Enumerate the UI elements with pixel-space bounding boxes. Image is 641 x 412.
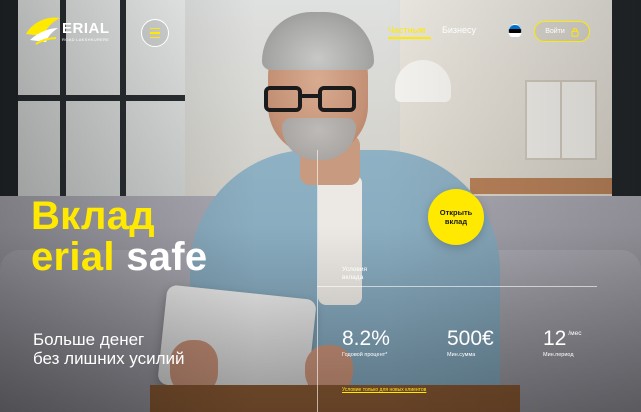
- stat-min-amount-caption: Мин.сумма: [447, 352, 476, 358]
- stat-rate-value: 8.2%: [342, 327, 390, 350]
- nav-tab-private[interactable]: Частным: [388, 25, 425, 35]
- nav-tab-active-indicator: [388, 37, 431, 39]
- divider-horizontal: [317, 286, 597, 287]
- hero-title-accent: erial: [31, 235, 115, 279]
- hero-subtitle-line1: Больше денег: [33, 330, 145, 349]
- open-deposit-button[interactable]: Открыть вклад: [428, 189, 484, 245]
- menu-icon-bar: [150, 27, 160, 30]
- conditions-footnote-link[interactable]: Условие только для новых клиентов: [342, 387, 426, 393]
- hero-title: Вклад erial safe: [31, 196, 207, 278]
- stat-rate-caption: Годовой процент*: [342, 352, 388, 358]
- menu-icon-bar: [150, 36, 160, 39]
- hero-subtitle: Больше денег без лишних усилий: [33, 330, 185, 368]
- nav-tab-business[interactable]: Бизнесу: [442, 25, 476, 35]
- login-button[interactable]: Войти: [534, 21, 590, 42]
- hero-section: ERIAL ROAD LAKSHKURERE Частным Бизнесу В…: [0, 0, 641, 412]
- hero-title-rest: safe: [126, 235, 208, 279]
- hero-title-line1: Вклад: [31, 194, 155, 238]
- stat-min-period-suffix: /мес: [568, 330, 582, 337]
- menu-button[interactable]: [141, 19, 169, 47]
- stat-min-period-caption: Мин.период: [543, 352, 574, 358]
- menu-icon-bar: [150, 32, 160, 34]
- conditions-label: Условия вклада: [342, 266, 382, 282]
- cta-label-line1: Открыть: [439, 208, 473, 217]
- conditions-label-line1: Условия: [342, 266, 368, 273]
- lock-icon: [571, 27, 579, 37]
- brand-name: ERIAL: [62, 20, 110, 37]
- cta-label-line2: вклад: [444, 217, 468, 226]
- brand-tagline: ROAD LAKSHKURERE: [62, 37, 110, 42]
- hero-subtitle-line2: без лишних усилий: [33, 349, 185, 368]
- stat-min-period-number: 12: [543, 327, 567, 350]
- login-label: Войти: [545, 28, 565, 35]
- stat-min-period-value: 12/мес: [543, 327, 582, 351]
- stat-min-amount-value: 500€: [447, 327, 494, 350]
- divider-vertical: [317, 150, 318, 412]
- estonia-flag-icon[interactable]: [508, 24, 522, 38]
- conditions-label-line2: вклада: [342, 274, 364, 281]
